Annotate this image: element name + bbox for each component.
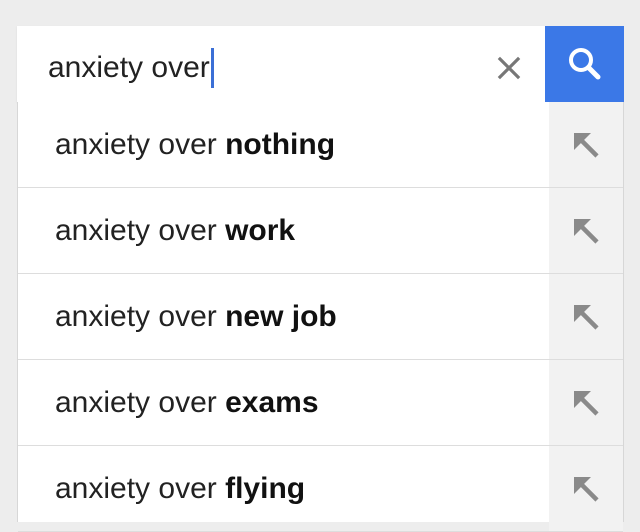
suggestion-prefix: anxiety over	[55, 300, 226, 333]
fill-query-button[interactable]	[549, 446, 623, 531]
suggestion-row[interactable]: anxiety over nothing	[18, 102, 623, 188]
close-icon	[497, 56, 521, 80]
suggestion-row[interactable]: anxiety over new job	[18, 274, 623, 360]
suggestion-text: anxiety over exams	[55, 384, 319, 422]
suggestion-text: anxiety over new job	[55, 298, 337, 336]
search-icon	[568, 48, 600, 80]
fill-query-arrow-icon	[574, 132, 599, 158]
suggestion-row[interactable]: anxiety over work	[18, 188, 623, 274]
fill-query-arrow-icon	[574, 304, 599, 330]
suggestion-text: anxiety over nothing	[55, 126, 335, 164]
fill-query-button[interactable]	[549, 274, 623, 359]
suggestion-row[interactable]: anxiety over flying	[18, 446, 623, 532]
suggestion-prefix: anxiety over	[55, 128, 226, 161]
fill-query-arrow-icon	[574, 218, 599, 244]
search-query-text: anxiety over	[48, 51, 210, 84]
suggestion-row[interactable]: anxiety over exams	[18, 360, 623, 446]
fill-query-button[interactable]	[549, 188, 623, 273]
search-input[interactable]: anxiety over	[48, 48, 214, 88]
suggestion-completion: work	[225, 214, 296, 247]
suggestion-completion: exams	[225, 386, 319, 419]
suggestion-prefix: anxiety over	[55, 214, 226, 247]
search-bar: anxiety over	[17, 26, 545, 102]
suggestion-prefix: anxiety over	[55, 472, 226, 505]
suggestion-completion: new job	[225, 300, 337, 333]
clear-button[interactable]	[489, 48, 529, 88]
fill-query-button[interactable]	[549, 360, 623, 445]
suggestion-completion: flying	[225, 472, 306, 505]
fill-query-arrow-icon	[574, 476, 599, 502]
fill-query-arrow-icon	[574, 390, 599, 416]
suggestion-completion: nothing	[225, 128, 336, 161]
suggestion-list: anxiety over nothing anxiety over work a…	[17, 102, 624, 532]
suggestion-text: anxiety over flying	[55, 470, 305, 508]
text-caret	[210, 48, 214, 88]
suggestion-prefix: anxiety over	[55, 386, 226, 419]
fill-query-button[interactable]	[549, 102, 623, 187]
search-button[interactable]	[545, 26, 624, 102]
suggestion-text: anxiety over work	[55, 212, 295, 250]
